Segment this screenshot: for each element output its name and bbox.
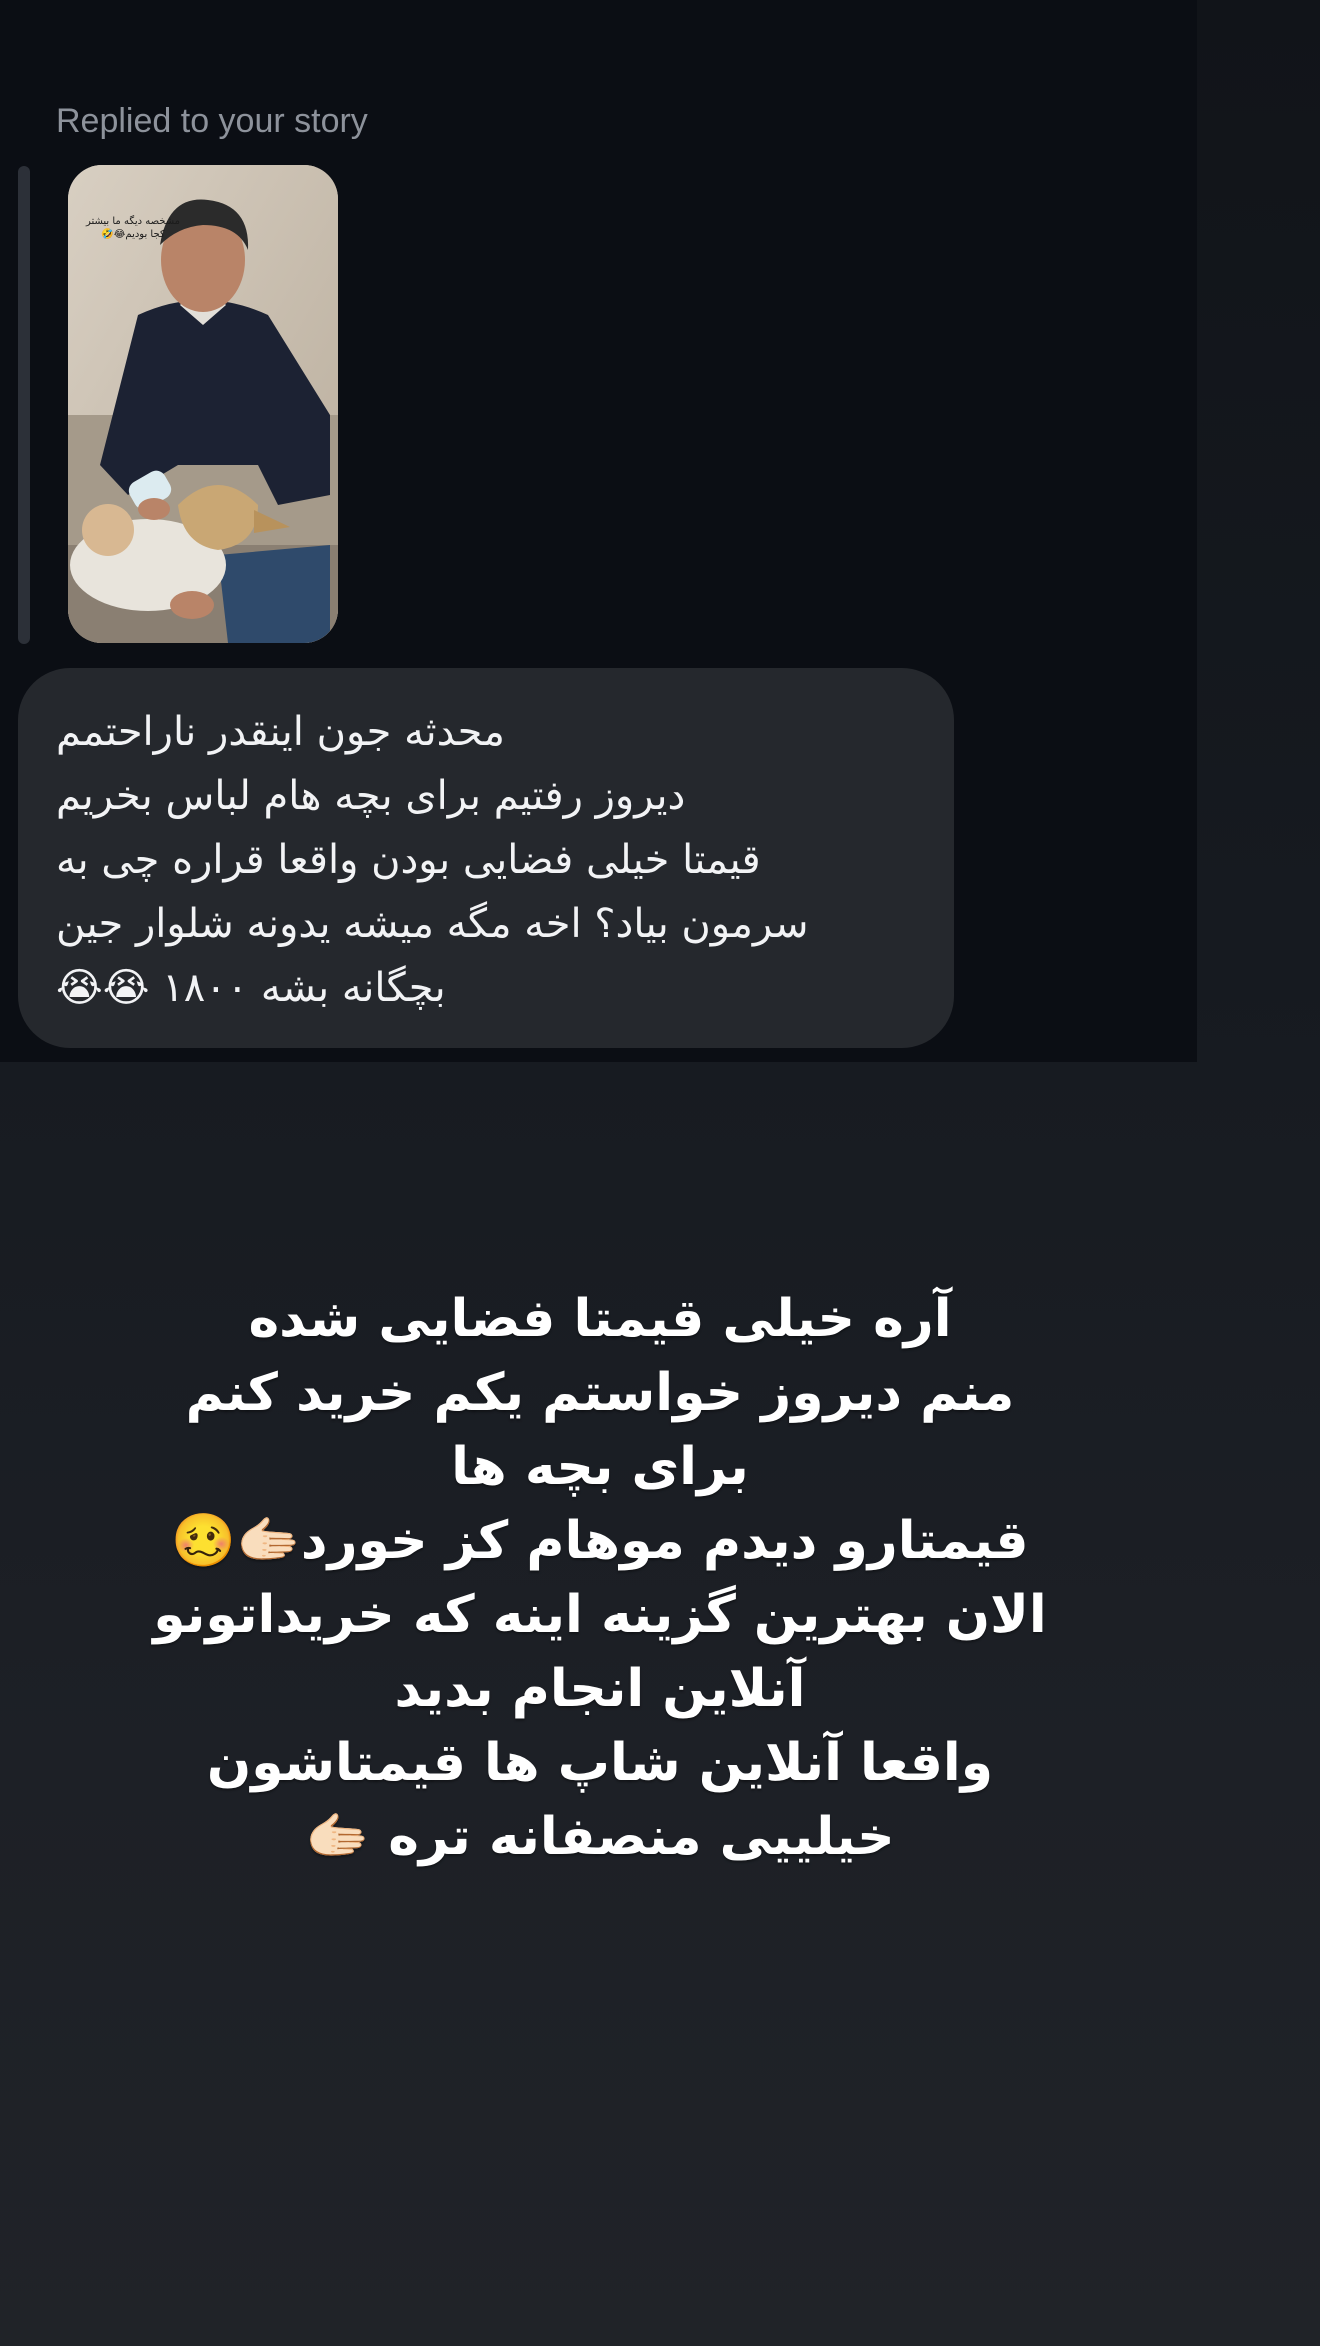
story-caption: مشخصه دیگه ما بیشتر کجا بودیم😂🤣 — [85, 216, 181, 240]
message-text: محدثه جون اینقدر ناراحتمم دیروز رفتیم بر… — [56, 709, 809, 1011]
replied-to-story-label: Replied to your story — [56, 102, 368, 140]
reply-quote-bar — [18, 166, 30, 644]
story-response-text: آره خیلی قیمتا فضایی شده منم دیروز خواست… — [153, 1289, 1047, 1867]
message-bubble[interactable]: محدثه جون اینقدر ناراحتمم دیروز رفتیم بر… — [18, 668, 954, 1048]
chat-panel: Replied to your story مشخصه دیگه ما بیشت… — [0, 0, 1197, 1062]
story-thumbnail[interactable]: مشخصه دیگه ما بیشتر کجا بودیم😂🤣 — [68, 165, 338, 643]
